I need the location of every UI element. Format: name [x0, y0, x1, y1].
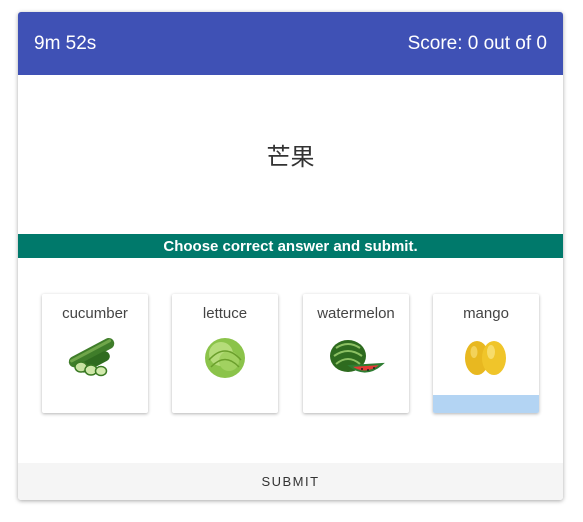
option-label: lettuce: [202, 305, 248, 322]
quiz-card: 9m 52s Score: 0 out of 0 芒果 Choose corre…: [18, 12, 563, 500]
cucumber-icon: [68, 337, 115, 377]
submit-button[interactable]: SUBMIT: [18, 463, 563, 500]
quiz-header: 9m 52s Score: 0 out of 0: [18, 12, 563, 75]
option-lettuce[interactable]: lettuce: [172, 294, 278, 413]
option-label: cucumber: [62, 305, 128, 322]
option-cucumber[interactable]: cucumber: [42, 294, 148, 413]
option-label: mango: [463, 305, 509, 322]
selected-indicator: [433, 395, 539, 413]
watermelon-icon: [330, 340, 385, 373]
lettuce-icon: [205, 338, 245, 378]
score: Score: 0 out of 0: [407, 32, 547, 54]
mango-icon: [465, 341, 506, 375]
timer: 9m 52s: [34, 32, 97, 54]
option-label: watermelon: [317, 305, 395, 322]
question-prompt: 芒果: [266, 143, 315, 171]
option-watermelon[interactable]: watermelon: [303, 294, 409, 413]
option-mango[interactable]: mango: [433, 294, 539, 413]
instruction-banner: Choose correct answer and submit.: [18, 234, 563, 258]
answer-options: cucumber lettuce watermelon mango: [18, 258, 563, 464]
